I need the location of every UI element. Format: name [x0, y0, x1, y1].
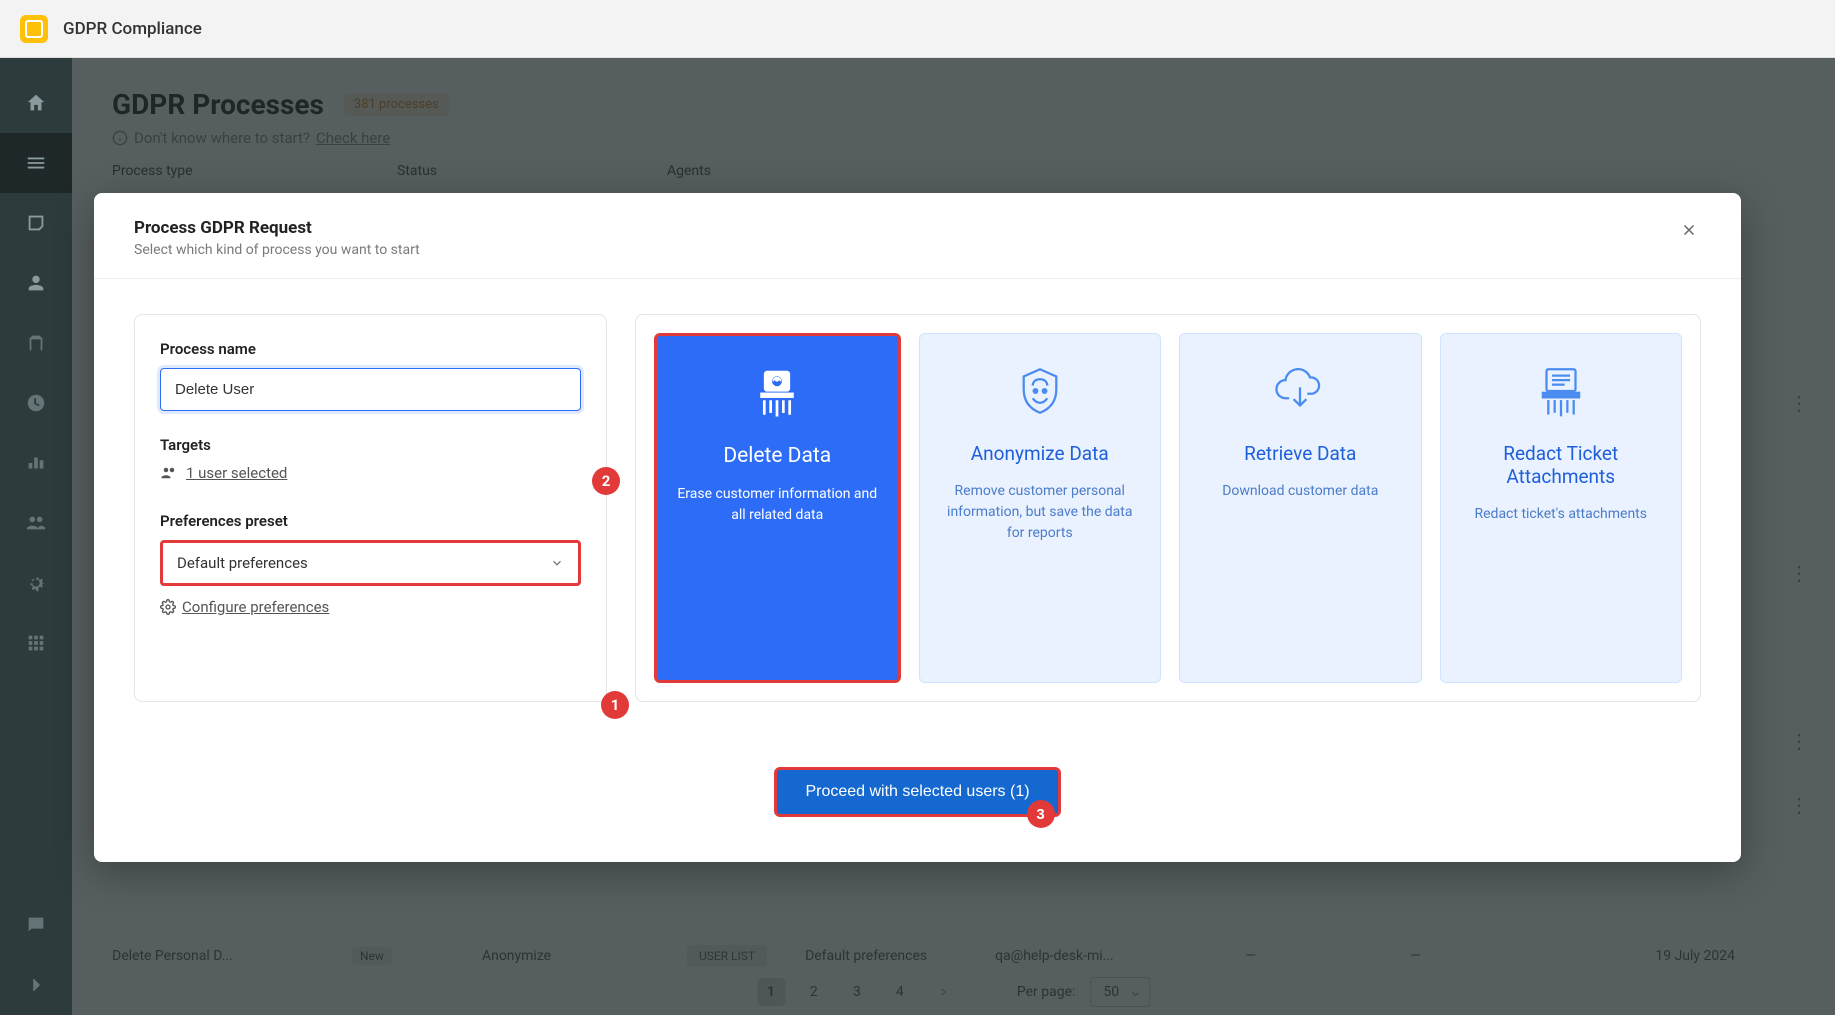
sidebar-item-apps[interactable] [0, 613, 72, 673]
left-sidebar [0, 58, 72, 1015]
option-delete-data[interactable]: Delete Data Erase customer information a… [654, 333, 901, 683]
prefs-label: Preferences preset [160, 512, 581, 530]
sidebar-item-inbox[interactable] [0, 193, 72, 253]
brand-title: GDPR Compliance [63, 19, 202, 39]
card-desc: Erase customer information and all relat… [675, 484, 880, 526]
card-desc: Download customer data [1222, 481, 1378, 502]
close-button[interactable] [1677, 218, 1701, 242]
shred-icon [748, 364, 806, 422]
config-link-text: Configure preferences [182, 598, 329, 616]
sidebar-item-expand[interactable] [0, 955, 72, 1015]
card-title: Delete Data [723, 444, 831, 468]
gdpr-request-modal: Process GDPR Request Select which kind o… [94, 193, 1741, 862]
left-panel: Process name Targets 1 user selected Pre… [134, 314, 607, 702]
sidebar-item-list[interactable] [0, 133, 72, 193]
card-desc: Redact ticket's attachments [1475, 504, 1647, 525]
sidebar-item-home[interactable] [0, 73, 72, 133]
modal-subtitle: Select which kind of process you want to… [134, 242, 420, 258]
users-icon [160, 464, 178, 482]
prefs-value: Default preferences [177, 554, 308, 572]
callout-badge-1: 1 [601, 691, 629, 719]
option-anonymize-data[interactable]: Anonymize Data Remove customer personal … [919, 333, 1162, 683]
targets-label: Targets [160, 436, 581, 454]
modal-body: Process name Targets 1 user selected Pre… [94, 279, 1741, 737]
sidebar-item-clock[interactable] [0, 373, 72, 433]
proceed-label: Proceed with selected users (1) [805, 783, 1029, 800]
callout-badge-2: 2 [592, 467, 620, 495]
close-icon [1680, 221, 1698, 239]
process-name-label: Process name [160, 340, 581, 358]
callout-badge-3: 3 [1027, 800, 1055, 828]
process-name-input[interactable] [160, 368, 581, 411]
redact-icon [1532, 362, 1590, 420]
option-retrieve-data[interactable]: Retrieve Data Download customer data [1179, 333, 1422, 683]
card-title: Anonymize Data [971, 442, 1109, 465]
option-redact-attachments[interactable]: Redact Ticket Attachments Redact ticket'… [1440, 333, 1683, 683]
card-desc: Remove customer personal information, bu… [938, 481, 1143, 544]
sidebar-item-battery[interactable] [0, 313, 72, 373]
configure-prefs-link[interactable]: Configure preferences [160, 598, 581, 616]
sidebar-item-people[interactable] [0, 493, 72, 553]
targets-link-text: 1 user selected [186, 464, 287, 482]
options-panel: Delete Data Erase customer information a… [635, 314, 1701, 702]
modal-footer: Proceed with selected users (1) 3 [94, 737, 1741, 862]
modal-header: Process GDPR Request Select which kind o… [94, 193, 1741, 279]
sidebar-item-analytics[interactable] [0, 433, 72, 493]
top-header: GDPR Compliance [0, 0, 1835, 58]
anonymize-icon [1011, 362, 1069, 420]
brand-icon [20, 15, 48, 43]
proceed-button[interactable]: Proceed with selected users (1) 3 [774, 767, 1060, 817]
card-title: Redact Ticket Attachments [1459, 442, 1664, 488]
sidebar-item-settings[interactable] [0, 553, 72, 613]
chevron-down-icon [550, 556, 564, 570]
sidebar-item-users[interactable] [0, 253, 72, 313]
prefs-select[interactable]: Default preferences [163, 543, 578, 583]
sidebar-item-chat[interactable] [0, 895, 72, 955]
card-title: Retrieve Data [1244, 442, 1356, 465]
prefs-select-highlight: Default preferences [160, 540, 581, 586]
targets-link[interactable]: 1 user selected [160, 464, 581, 482]
cloud-download-icon [1271, 362, 1329, 420]
modal-title: Process GDPR Request [134, 218, 420, 238]
gear-icon [160, 599, 176, 615]
